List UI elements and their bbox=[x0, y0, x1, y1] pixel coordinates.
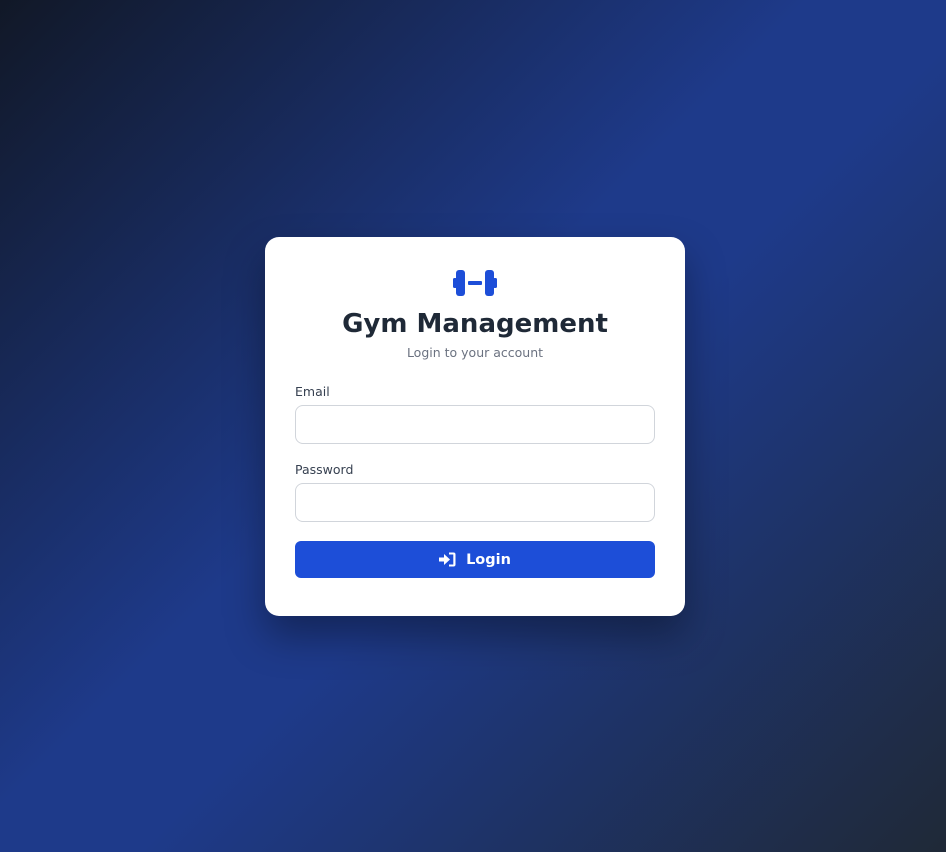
login-button-label: Login bbox=[466, 551, 511, 568]
page-title: Gym Management bbox=[342, 309, 608, 339]
email-label: Email bbox=[295, 384, 330, 399]
email-field-group: Email bbox=[295, 384, 655, 444]
password-field-group: Password bbox=[295, 462, 655, 522]
login-button[interactable]: Login bbox=[295, 541, 655, 578]
page-subtitle: Login to your account bbox=[406, 345, 544, 360]
dumbbell-icon bbox=[453, 270, 497, 296]
password-field[interactable] bbox=[295, 483, 655, 522]
email-field[interactable] bbox=[295, 405, 655, 444]
sign-in-icon bbox=[439, 552, 456, 567]
password-label: Password bbox=[295, 462, 354, 477]
login-header: Gym Management Login to your account bbox=[295, 267, 655, 362]
login-card: Gym Management Login to your account Ema… bbox=[265, 237, 685, 616]
